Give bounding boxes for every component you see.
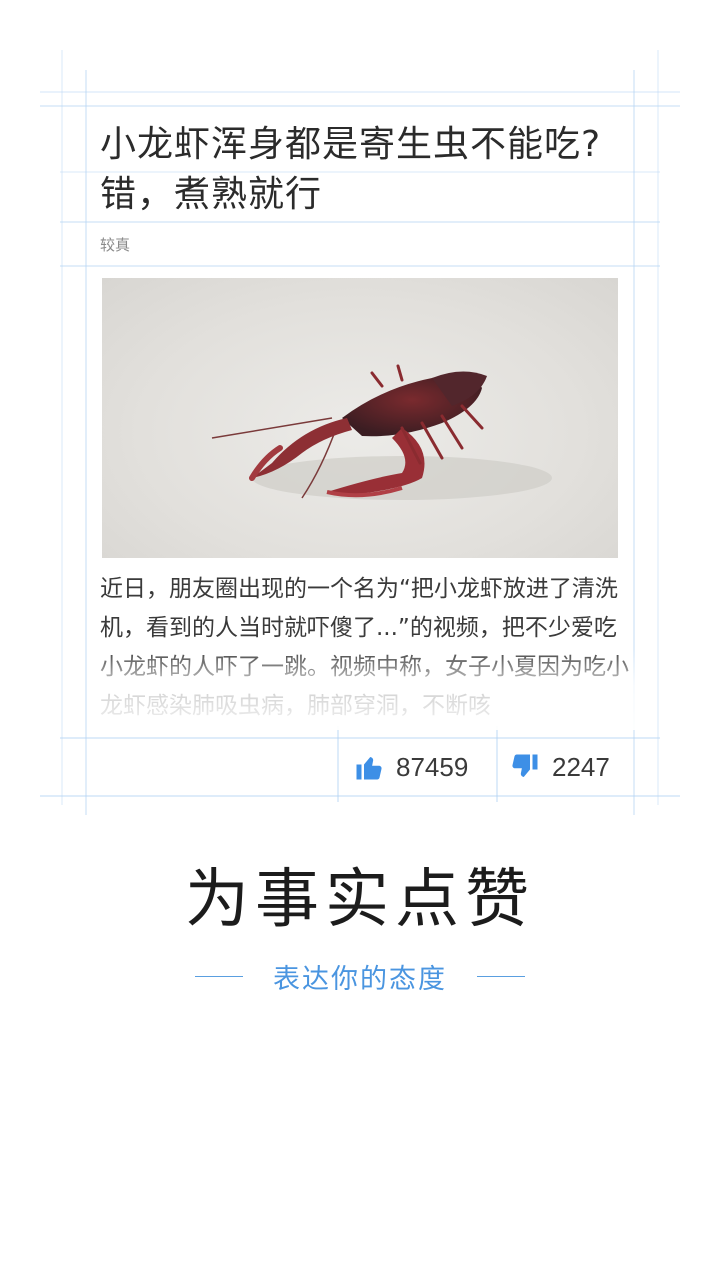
thumbs-up-icon: [356, 757, 382, 780]
tagline-left-divider: [195, 975, 243, 977]
article-card[interactable]: 小龙虾浑身都是寄生虫不能吃?错，煮熟就行 较真 近日，朋友圈出现的一个名为“把小…: [86, 96, 636, 796]
slogan: 为事实点赞: [185, 863, 535, 937]
tagline: 表达你的态度: [273, 963, 447, 995]
splash-page: 小龙虾浑身都是寄生虫不能吃?错，煮熟就行 较真 近日，朋友圈出现的一个名为“把小…: [0, 0, 720, 1280]
like-button[interactable]: 87459: [354, 738, 494, 796]
like-count: 87459: [396, 751, 469, 782]
article-source: 较真: [100, 236, 131, 254]
tagline-row: 表达你的态度: [0, 954, 720, 998]
text-fade-overlay: [100, 648, 636, 730]
crayfish-photo: [102, 278, 618, 558]
dislike-button[interactable]: 2247: [510, 738, 634, 796]
article-body: 近日，朋友圈出现的一个名为“把小龙虾放进了清洗机，看到的人当时就吓傻了...”的…: [100, 570, 636, 730]
reaction-bar: 87459 2247: [338, 738, 634, 796]
tagline-right-divider: [477, 975, 525, 977]
dislike-count: 2247: [552, 751, 610, 782]
crayfish-illustration: [211, 364, 552, 500]
thumbs-down-icon: [512, 754, 538, 777]
article-title: 小龙虾浑身都是寄生虫不能吃?错，煮熟就行: [100, 124, 602, 215]
